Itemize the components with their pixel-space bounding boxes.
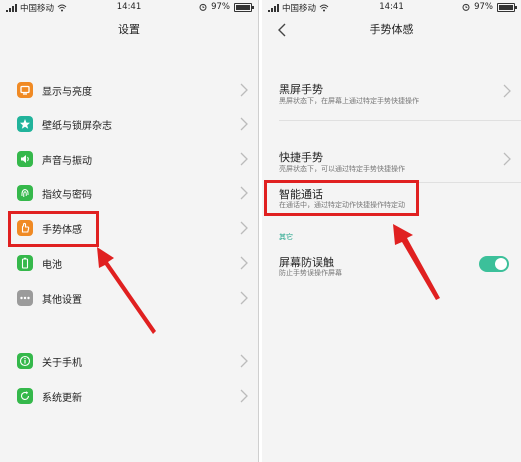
annotation-arrow-icon <box>97 247 156 334</box>
annotation-arrow-icon <box>393 224 440 300</box>
settings-screen: 中国移动 14:41 97% 设置 显示与亮度 壁纸与锁屏杂志 声音与振动 指纹… <box>0 0 259 462</box>
gesture-settings-screen: 中国移动 14:41 97% 手势体感 黑屏手势 黑屏状态下，在屏幕上通过特定手… <box>262 0 521 462</box>
